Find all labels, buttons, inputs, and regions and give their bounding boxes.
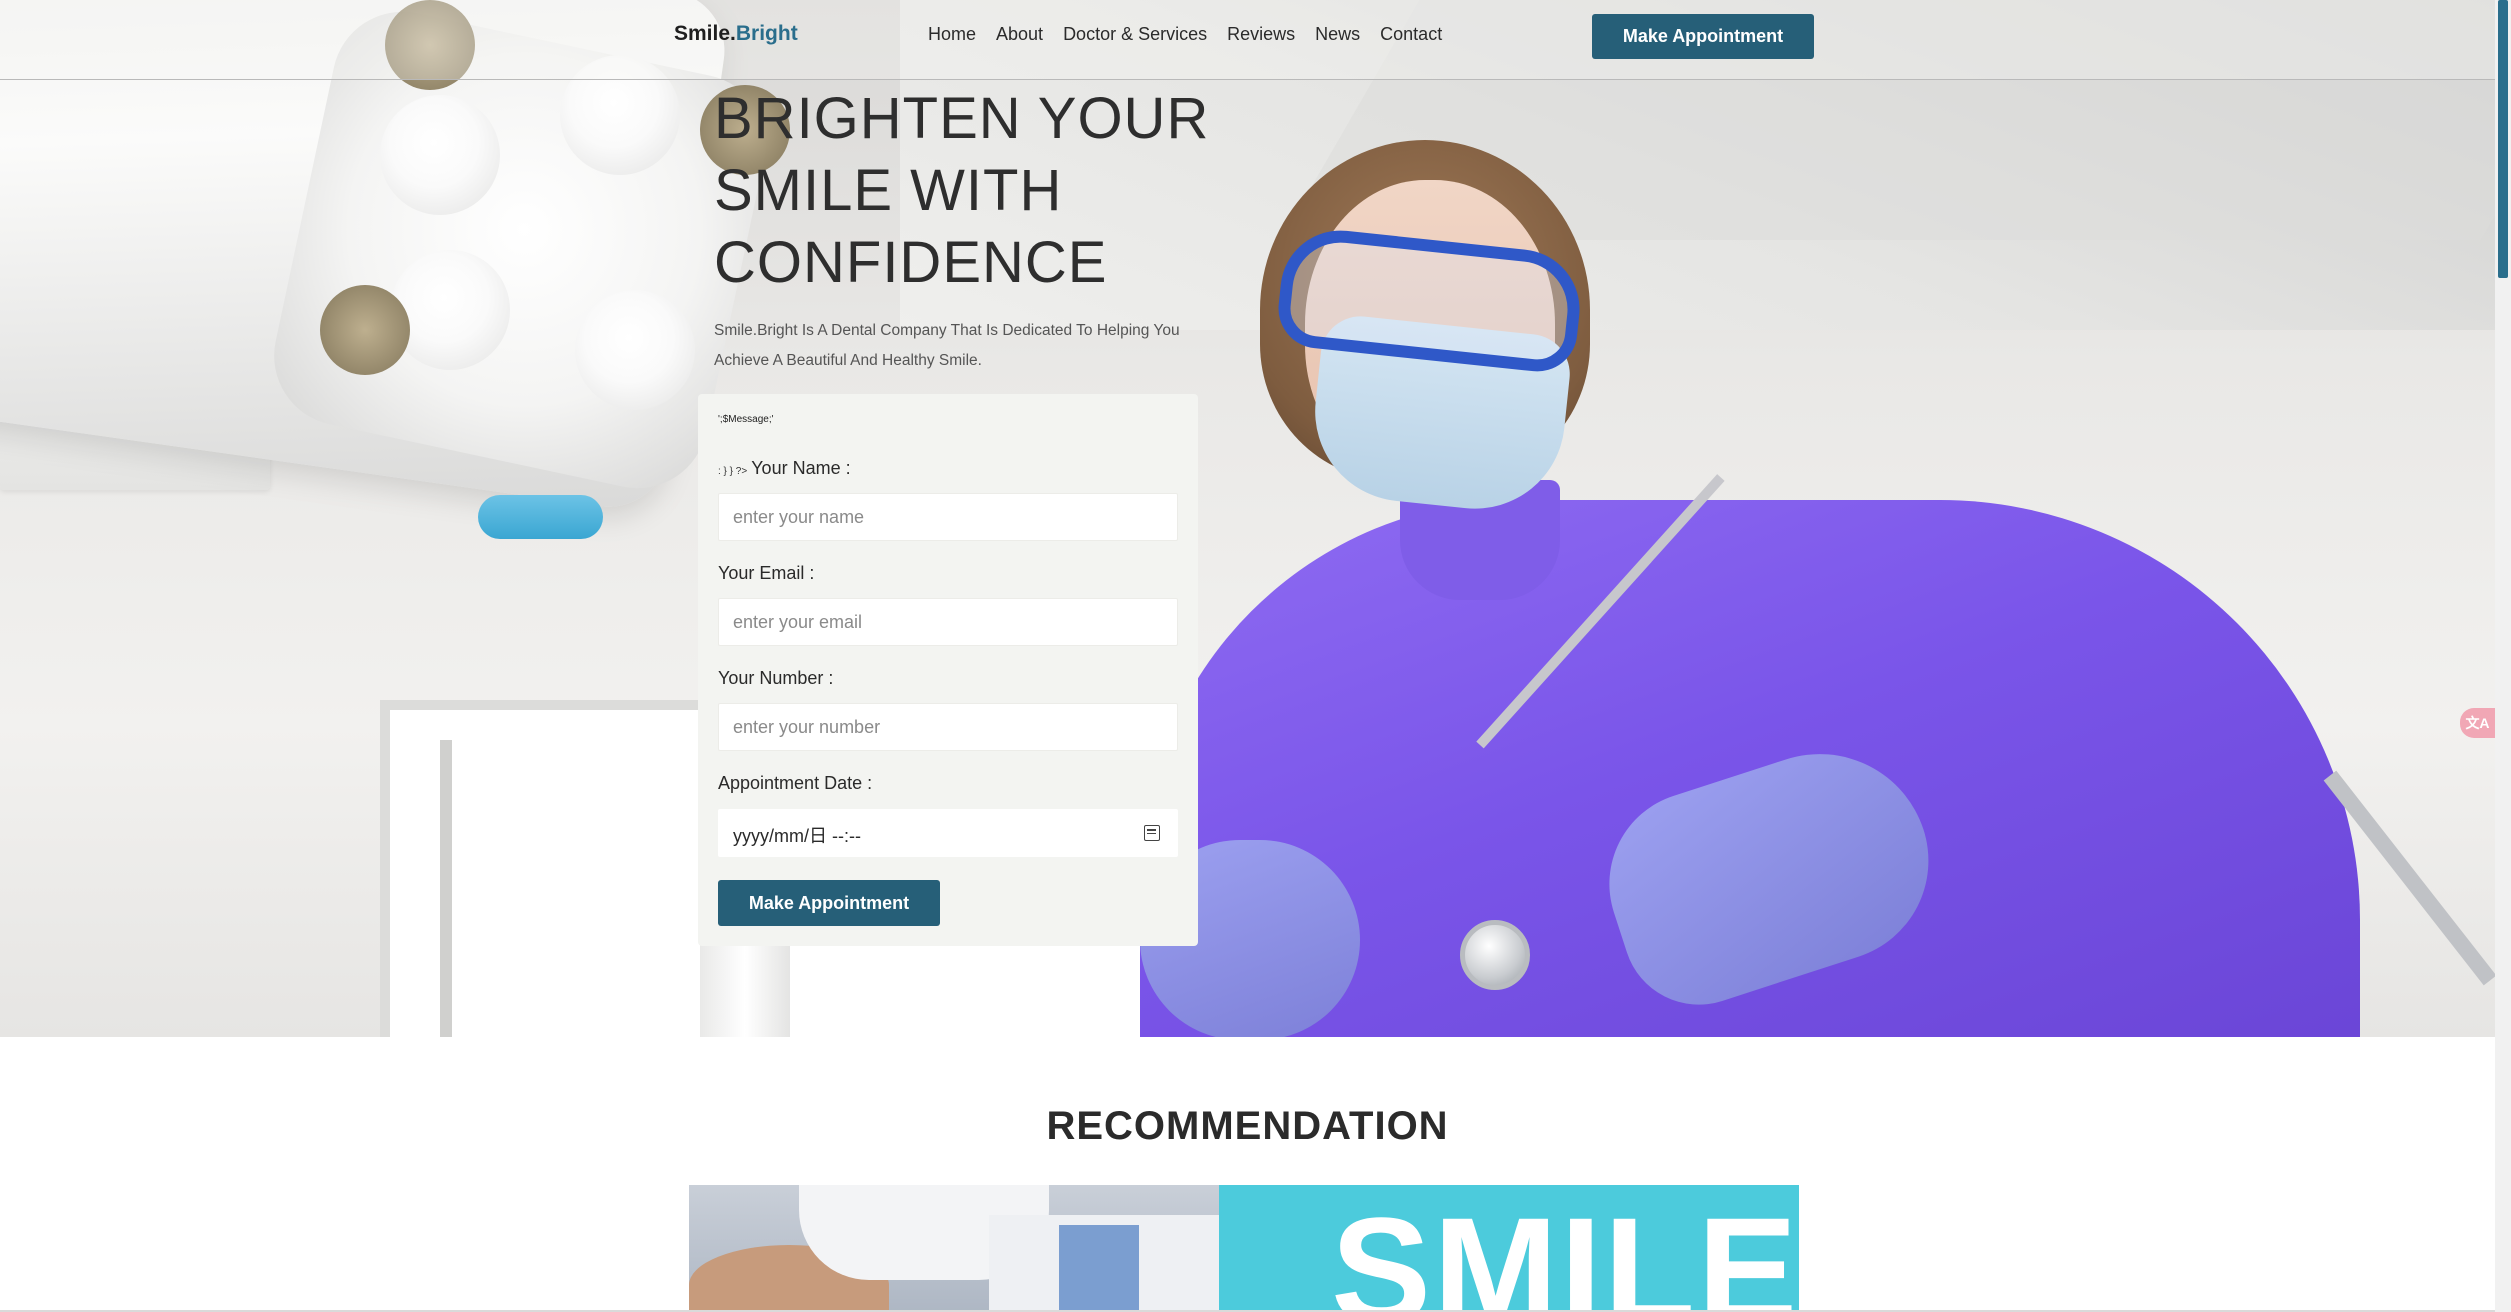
name-field[interactable] [718, 493, 1178, 541]
scrollbar-thumb[interactable] [2498, 0, 2508, 278]
name-label: : } } ?> Your Name : [718, 458, 851, 479]
dentist-figure [1140, 120, 2360, 1037]
date-label: Appointment Date : [718, 773, 873, 793]
recommendation-smile-banner: SMILE [1219, 1185, 1799, 1312]
email-label: Your Email : [718, 563, 815, 583]
name-label-prefix: : } } ?> [718, 466, 748, 477]
lamp-bulb [380, 95, 500, 215]
hero-title-line: BRIGHTEN YOUR [714, 86, 1210, 151]
dental-mirror [1460, 920, 1530, 990]
calendar-icon[interactable] [1144, 825, 1160, 841]
number-field[interactable] [718, 703, 1178, 751]
nav-reviews[interactable]: Reviews [1227, 24, 1295, 45]
lamp-bulb [575, 290, 695, 410]
hero-title-line: SMILE WITH [714, 158, 1063, 223]
nav-contact[interactable]: Contact [1380, 24, 1442, 45]
lamp-lens [320, 285, 410, 375]
page-scrollbar[interactable] [2495, 0, 2511, 1312]
nav-about[interactable]: About [996, 24, 1043, 45]
lamp-bulb [390, 250, 510, 370]
make-appointment-submit-button[interactable]: Make Appointment [718, 880, 940, 926]
date-field-placeholder: yyyy/mm/日 --:-- [733, 826, 861, 846]
form-message: ';$Message;' [718, 414, 774, 425]
recommendation-doctor-photo [689, 1185, 1219, 1312]
smile-banner-text: SMILE [1331, 1186, 1799, 1312]
appointment-form: ';$Message;' : } } ?>Your Name : Your Em… [698, 394, 1198, 946]
logo-main: Smile. [674, 22, 736, 45]
number-label: Your Number : [718, 668, 834, 688]
nav-doctor-services[interactable]: Doctor & Services [1063, 24, 1207, 45]
nav-home[interactable]: Home [928, 24, 976, 45]
window-frame [440, 740, 452, 1037]
hero-subtitle: Smile.Bright Is A Dental Company That Is… [714, 322, 1180, 369]
header-make-appointment-button[interactable]: Make Appointment [1592, 14, 1814, 59]
photo-shirt [1059, 1225, 1139, 1312]
hero-title: BRIGHTEN YOUR SMILE WITH CONFIDENCE [714, 83, 1274, 299]
nav-news[interactable]: News [1315, 24, 1360, 45]
site-header: Smile.Bright Home About Doctor & Service… [0, 0, 2495, 80]
email-field[interactable] [718, 598, 1178, 646]
appointment-date-field[interactable]: yyyy/mm/日 --:-- [718, 809, 1178, 857]
translate-icon[interactable]: 文A [2460, 708, 2495, 738]
site-logo[interactable]: Smile.Bright [674, 22, 798, 46]
hero-title-line: CONFIDENCE [714, 230, 1108, 295]
recommendation-title: RECOMMENDATION [1046, 1104, 1449, 1148]
name-label-text: Your Name : [751, 458, 851, 478]
main-nav: Home About Doctor & Services Reviews New… [928, 24, 1462, 45]
logo-accent: Bright [735, 22, 798, 45]
lamp-blue-light [478, 495, 603, 539]
page-viewport: Smile.Bright Home About Doctor & Service… [0, 0, 2511, 1312]
